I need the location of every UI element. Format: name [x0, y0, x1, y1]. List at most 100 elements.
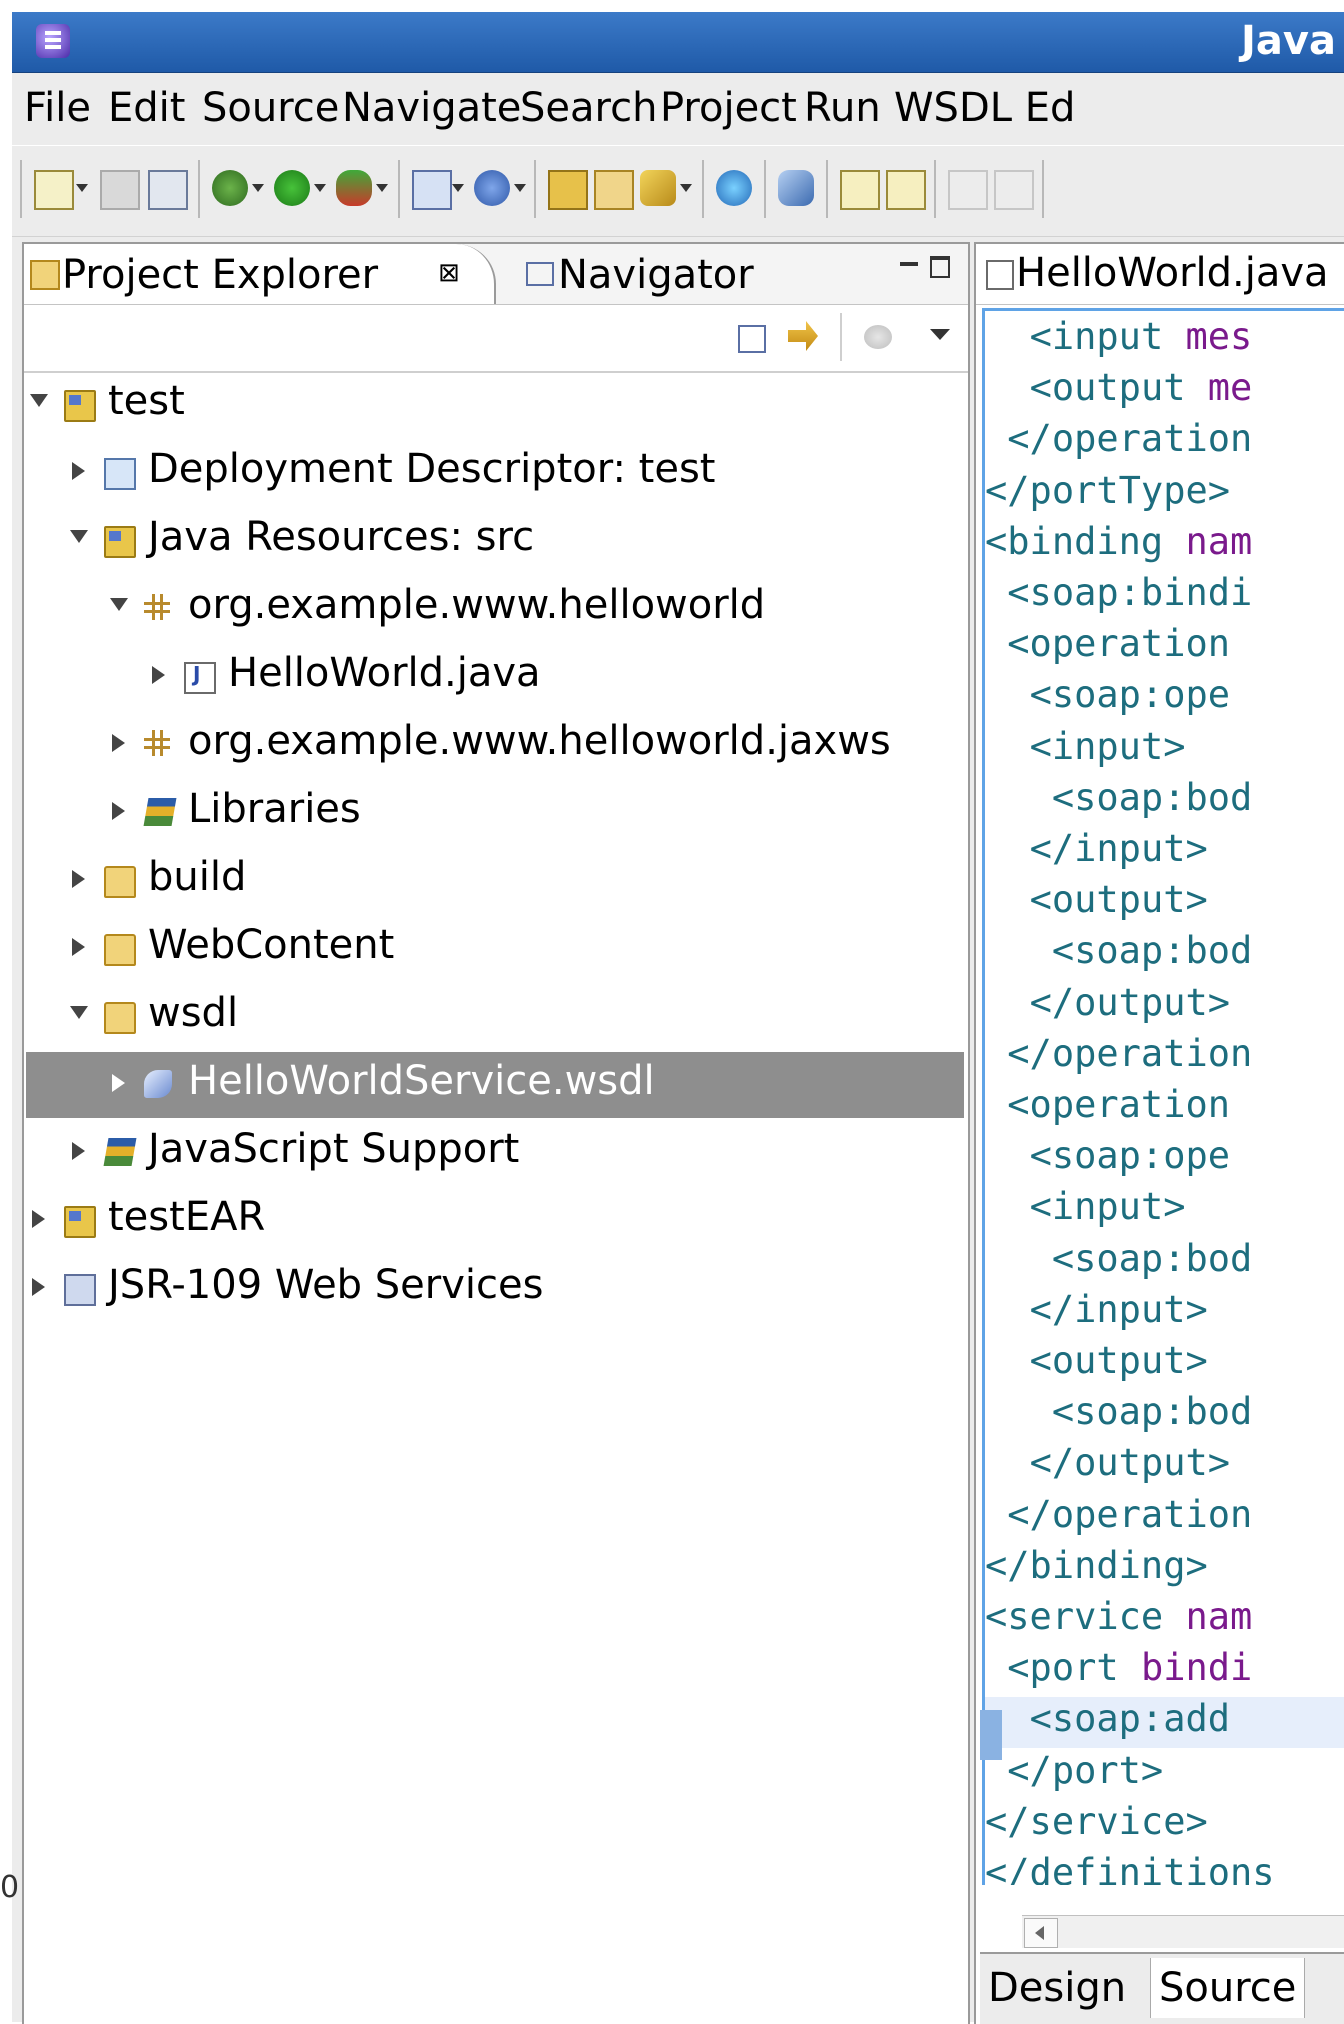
menu-file[interactable]: File	[24, 85, 91, 131]
external-tools-icon[interactable]	[336, 170, 372, 206]
code-line[interactable]: <operation	[985, 1083, 1344, 1134]
code-line[interactable]: </output>	[985, 981, 1344, 1032]
tree-item-webcontent[interactable]: WebContent	[24, 916, 968, 982]
tree-item-test[interactable]: test	[24, 372, 968, 438]
horizontal-scrollbar[interactable]	[1022, 1915, 1344, 1948]
expand-toggle-icon[interactable]	[110, 598, 128, 611]
xml-edit-icon[interactable]	[886, 170, 926, 210]
expand-toggle-icon[interactable]	[72, 938, 85, 956]
expand-toggle-icon[interactable]	[152, 666, 165, 684]
code-line[interactable]: </portType>	[985, 469, 1344, 520]
tree-item-testear[interactable]: testEAR	[24, 1188, 968, 1254]
new-service-icon[interactable]	[474, 170, 510, 206]
code-line[interactable]: <soap:bod	[985, 929, 1344, 980]
expand-toggle-icon[interactable]	[70, 1006, 88, 1019]
tree-item-java-resources[interactable]: Java Resources: src	[24, 508, 968, 574]
tree-item-build[interactable]: build	[24, 848, 968, 914]
new-service-dropdown-icon[interactable]	[514, 184, 526, 192]
tab-source[interactable]: Source	[1150, 1958, 1306, 2018]
code-line[interactable]: <soap:bindi	[985, 571, 1344, 622]
new-dropdown-icon[interactable]	[76, 184, 88, 192]
web-browser-icon[interactable]	[716, 170, 752, 206]
minimize-icon[interactable]	[900, 262, 918, 266]
debug-icon[interactable]	[212, 170, 248, 206]
run-dropdown-icon[interactable]	[314, 184, 326, 192]
code-line[interactable]: <soap:add	[985, 1697, 1344, 1749]
tree-item-libraries[interactable]: Libraries	[24, 780, 968, 846]
maximize-icon[interactable]	[930, 256, 950, 278]
tab-navigator[interactable]: Navigator	[514, 248, 794, 302]
code-line[interactable]: </input>	[985, 1288, 1344, 1339]
tree-item-deployment-descriptor[interactable]: Deployment Descriptor: test	[24, 440, 968, 506]
code-line[interactable]: </output>	[985, 1441, 1344, 1492]
expand-toggle-icon[interactable]	[112, 734, 125, 752]
expand-toggle-icon[interactable]	[72, 870, 85, 888]
web-services-explorer-icon[interactable]	[778, 170, 814, 206]
open-folder-icon[interactable]	[594, 170, 634, 210]
code-line[interactable]: <service nam	[985, 1595, 1344, 1646]
tree-item-helloworld-java[interactable]: HelloWorld.java	[24, 644, 968, 710]
toggle-xml-icon[interactable]	[840, 170, 880, 210]
close-tab-icon[interactable]: ⊠	[438, 258, 460, 288]
code-line[interactable]: <soap:bod	[985, 1390, 1344, 1441]
collapse-all-icon[interactable]	[994, 170, 1034, 210]
expand-toggle-icon[interactable]	[72, 462, 85, 480]
scroll-left-icon[interactable]	[1024, 1918, 1058, 1948]
menu-run[interactable]: Run	[804, 85, 881, 131]
menu-edit[interactable]: Edit	[108, 85, 185, 131]
code-line[interactable]: <output>	[985, 878, 1344, 929]
code-line[interactable]: </binding>	[985, 1544, 1344, 1595]
tree-item-package-jaxws[interactable]: org.example.www.helloworld.jaxws	[24, 712, 968, 778]
debug-dropdown-icon[interactable]	[252, 184, 264, 192]
external-tools-dropdown-icon[interactable]	[376, 184, 388, 192]
search-dropdown-icon[interactable]	[680, 184, 692, 192]
tab-project-explorer[interactable]: Project Explorer ⊠	[24, 244, 496, 304]
code-line[interactable]: </operation	[985, 417, 1344, 468]
expand-toggle-icon[interactable]	[72, 1142, 85, 1160]
menu-source[interactable]: Source	[202, 85, 339, 131]
code-line[interactable]: </definitions	[985, 1851, 1344, 1885]
save-icon[interactable]	[100, 170, 140, 210]
link-with-editor-icon[interactable]	[788, 321, 818, 351]
code-line[interactable]: <operation	[985, 622, 1344, 673]
code-line[interactable]: </service>	[985, 1800, 1344, 1851]
tree-item-wsdl-folder[interactable]: wsdl	[24, 984, 968, 1050]
expand-toggle-icon[interactable]	[32, 1210, 45, 1228]
tab-design[interactable]: Design	[980, 1958, 1134, 2018]
search-icon[interactable]	[640, 170, 676, 206]
code-line[interactable]: <soap:bod	[985, 1237, 1344, 1288]
run-icon[interactable]	[274, 170, 310, 206]
tree-item-javascript-support[interactable]: JavaScript Support	[24, 1120, 968, 1186]
code-line[interactable]: </port>	[985, 1749, 1344, 1800]
menu-wsdl-editor[interactable]: WSDL Ed	[894, 85, 1075, 131]
expand-all-icon[interactable]	[948, 170, 988, 210]
editor-tab-title[interactable]: HelloWorld.java	[1016, 250, 1329, 296]
new-wizard-icon[interactable]	[34, 170, 74, 210]
view-menu-icon[interactable]	[930, 329, 950, 340]
menu-navigate[interactable]: Navigate	[342, 85, 521, 131]
print-icon[interactable]	[148, 170, 188, 210]
code-line[interactable]: <input>	[985, 725, 1344, 776]
code-line[interactable]: <soap:ope	[985, 673, 1344, 724]
expand-toggle-icon[interactable]	[112, 802, 125, 820]
code-line[interactable]: <output me	[985, 366, 1344, 417]
tree-item-package-helloworld[interactable]: org.example.www.helloworld	[24, 576, 968, 642]
new-server-icon[interactable]	[412, 170, 452, 210]
expand-toggle-icon[interactable]	[30, 394, 48, 407]
code-line[interactable]: <input mes	[985, 315, 1344, 366]
code-line[interactable]: <input>	[985, 1185, 1344, 1236]
tree-item-helloworldservice-wsdl[interactable]: HelloWorldService.wsdl	[26, 1052, 964, 1118]
code-line[interactable]: </input>	[985, 827, 1344, 878]
open-type-icon[interactable]	[548, 170, 588, 210]
menu-project[interactable]: Project	[660, 85, 797, 131]
code-line[interactable]: <output>	[985, 1339, 1344, 1390]
code-line[interactable]: <port bindi	[985, 1646, 1344, 1697]
eclipse-app-icon[interactable]	[36, 24, 70, 58]
expand-toggle-icon[interactable]	[32, 1278, 45, 1296]
expand-toggle-icon[interactable]	[112, 1074, 125, 1092]
collapse-all-icon[interactable]	[738, 325, 766, 353]
tree-item-jsr109-web-services[interactable]: JSR-109 Web Services	[24, 1256, 968, 1322]
filters-icon[interactable]	[864, 325, 892, 349]
code-line[interactable]: <soap:ope	[985, 1134, 1344, 1185]
menu-search[interactable]: Search	[520, 85, 657, 131]
